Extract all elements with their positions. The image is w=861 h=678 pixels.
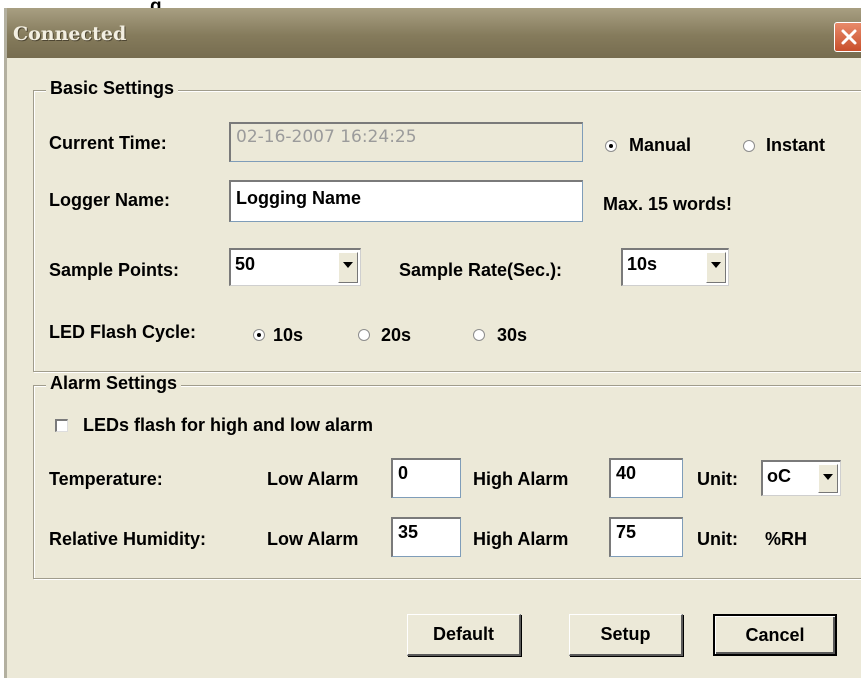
manual-radio-label[interactable]: Manual [629, 135, 691, 156]
current-time-label: Current Time: [49, 133, 167, 153]
default-button[interactable]: Default [407, 614, 521, 656]
connected-dialog: Connected Basic Settings Current Time: 0… [4, 8, 861, 678]
humidity-high-alarm-value: 75 [616, 522, 637, 542]
cancel-button[interactable]: Cancel [713, 614, 837, 656]
logger-name-value: Logging Name [236, 188, 361, 208]
logger-name-hint: Max. 15 words! [603, 194, 733, 214]
temperature-low-alarm-input[interactable]: 0 [391, 458, 461, 498]
temperature-high-alarm-value: 40 [616, 463, 637, 483]
humidity-unit-value: %RH [765, 529, 808, 549]
led-flash-label: LED Flash Cycle: [49, 322, 197, 342]
led-20s-label[interactable]: 20s [381, 325, 411, 346]
led-10s-label[interactable]: 10s [273, 325, 303, 346]
temperature-unit-select[interactable]: oC [761, 460, 841, 496]
instant-radio[interactable] [743, 140, 755, 152]
temperature-high-alarm-label: High Alarm [473, 469, 569, 489]
led-alarm-checkbox[interactable] [55, 419, 68, 432]
temperature-label: Temperature: [49, 469, 163, 489]
humidity-high-alarm-input[interactable]: 75 [609, 517, 683, 557]
alarm-settings-label: Alarm Settings [46, 373, 182, 394]
chevron-down-icon [711, 262, 721, 268]
humidity-high-alarm-label: High Alarm [473, 529, 569, 549]
led-alarm-checkbox-label[interactable]: LEDs flash for high and low alarm [83, 415, 373, 436]
sample-rate-select[interactable]: 10s [621, 248, 729, 286]
current-time-field: 02-16-2007 16:24:25 [229, 122, 583, 162]
temperature-unit-value: oC [767, 466, 791, 486]
logger-name-input[interactable]: Logging Name [229, 180, 583, 222]
led-10s-radio[interactable] [253, 329, 265, 341]
close-button[interactable] [834, 22, 861, 52]
led-20s-radio[interactable] [358, 329, 370, 341]
setup-button[interactable]: Setup [569, 614, 683, 656]
temperature-high-alarm-input[interactable]: 40 [609, 458, 683, 498]
chevron-down-icon [343, 262, 353, 268]
close-icon [841, 29, 857, 45]
logger-name-label: Logger Name: [49, 190, 171, 210]
temperature-low-alarm-label: Low Alarm [267, 469, 359, 489]
humidity-low-alarm-value: 35 [398, 522, 419, 542]
led-30s-radio[interactable] [473, 329, 485, 341]
basic-settings-label: Basic Settings [46, 78, 179, 99]
sample-rate-label: Sample Rate(Sec.): [399, 260, 563, 280]
humidity-low-alarm-input[interactable]: 35 [391, 517, 461, 557]
sample-rate-value: 10s [627, 254, 658, 274]
chevron-down-icon [823, 474, 833, 480]
sample-points-label: Sample Points: [49, 260, 180, 280]
instant-radio-label[interactable]: Instant [766, 135, 825, 156]
sample-rate-dropdown-button[interactable] [706, 252, 726, 283]
manual-radio[interactable] [605, 140, 617, 152]
window-title: Connected [13, 23, 127, 45]
led-30s-label[interactable]: 30s [497, 325, 527, 346]
humidity-unit-label: Unit: [697, 529, 738, 549]
sample-points-dropdown-button[interactable] [338, 252, 358, 283]
sample-points-select[interactable]: 50 [229, 248, 361, 286]
humidity-low-alarm-label: Low Alarm [267, 529, 359, 549]
title-bar[interactable]: Connected [7, 8, 861, 58]
sample-points-value: 50 [235, 254, 256, 274]
temperature-unit-dropdown-button[interactable] [818, 464, 838, 493]
temperature-low-alarm-value: 0 [398, 463, 409, 483]
current-time-value: 02-16-2007 16:24:25 [236, 127, 417, 147]
temperature-unit-label: Unit: [697, 469, 738, 489]
humidity-label: Relative Humidity: [49, 529, 207, 549]
